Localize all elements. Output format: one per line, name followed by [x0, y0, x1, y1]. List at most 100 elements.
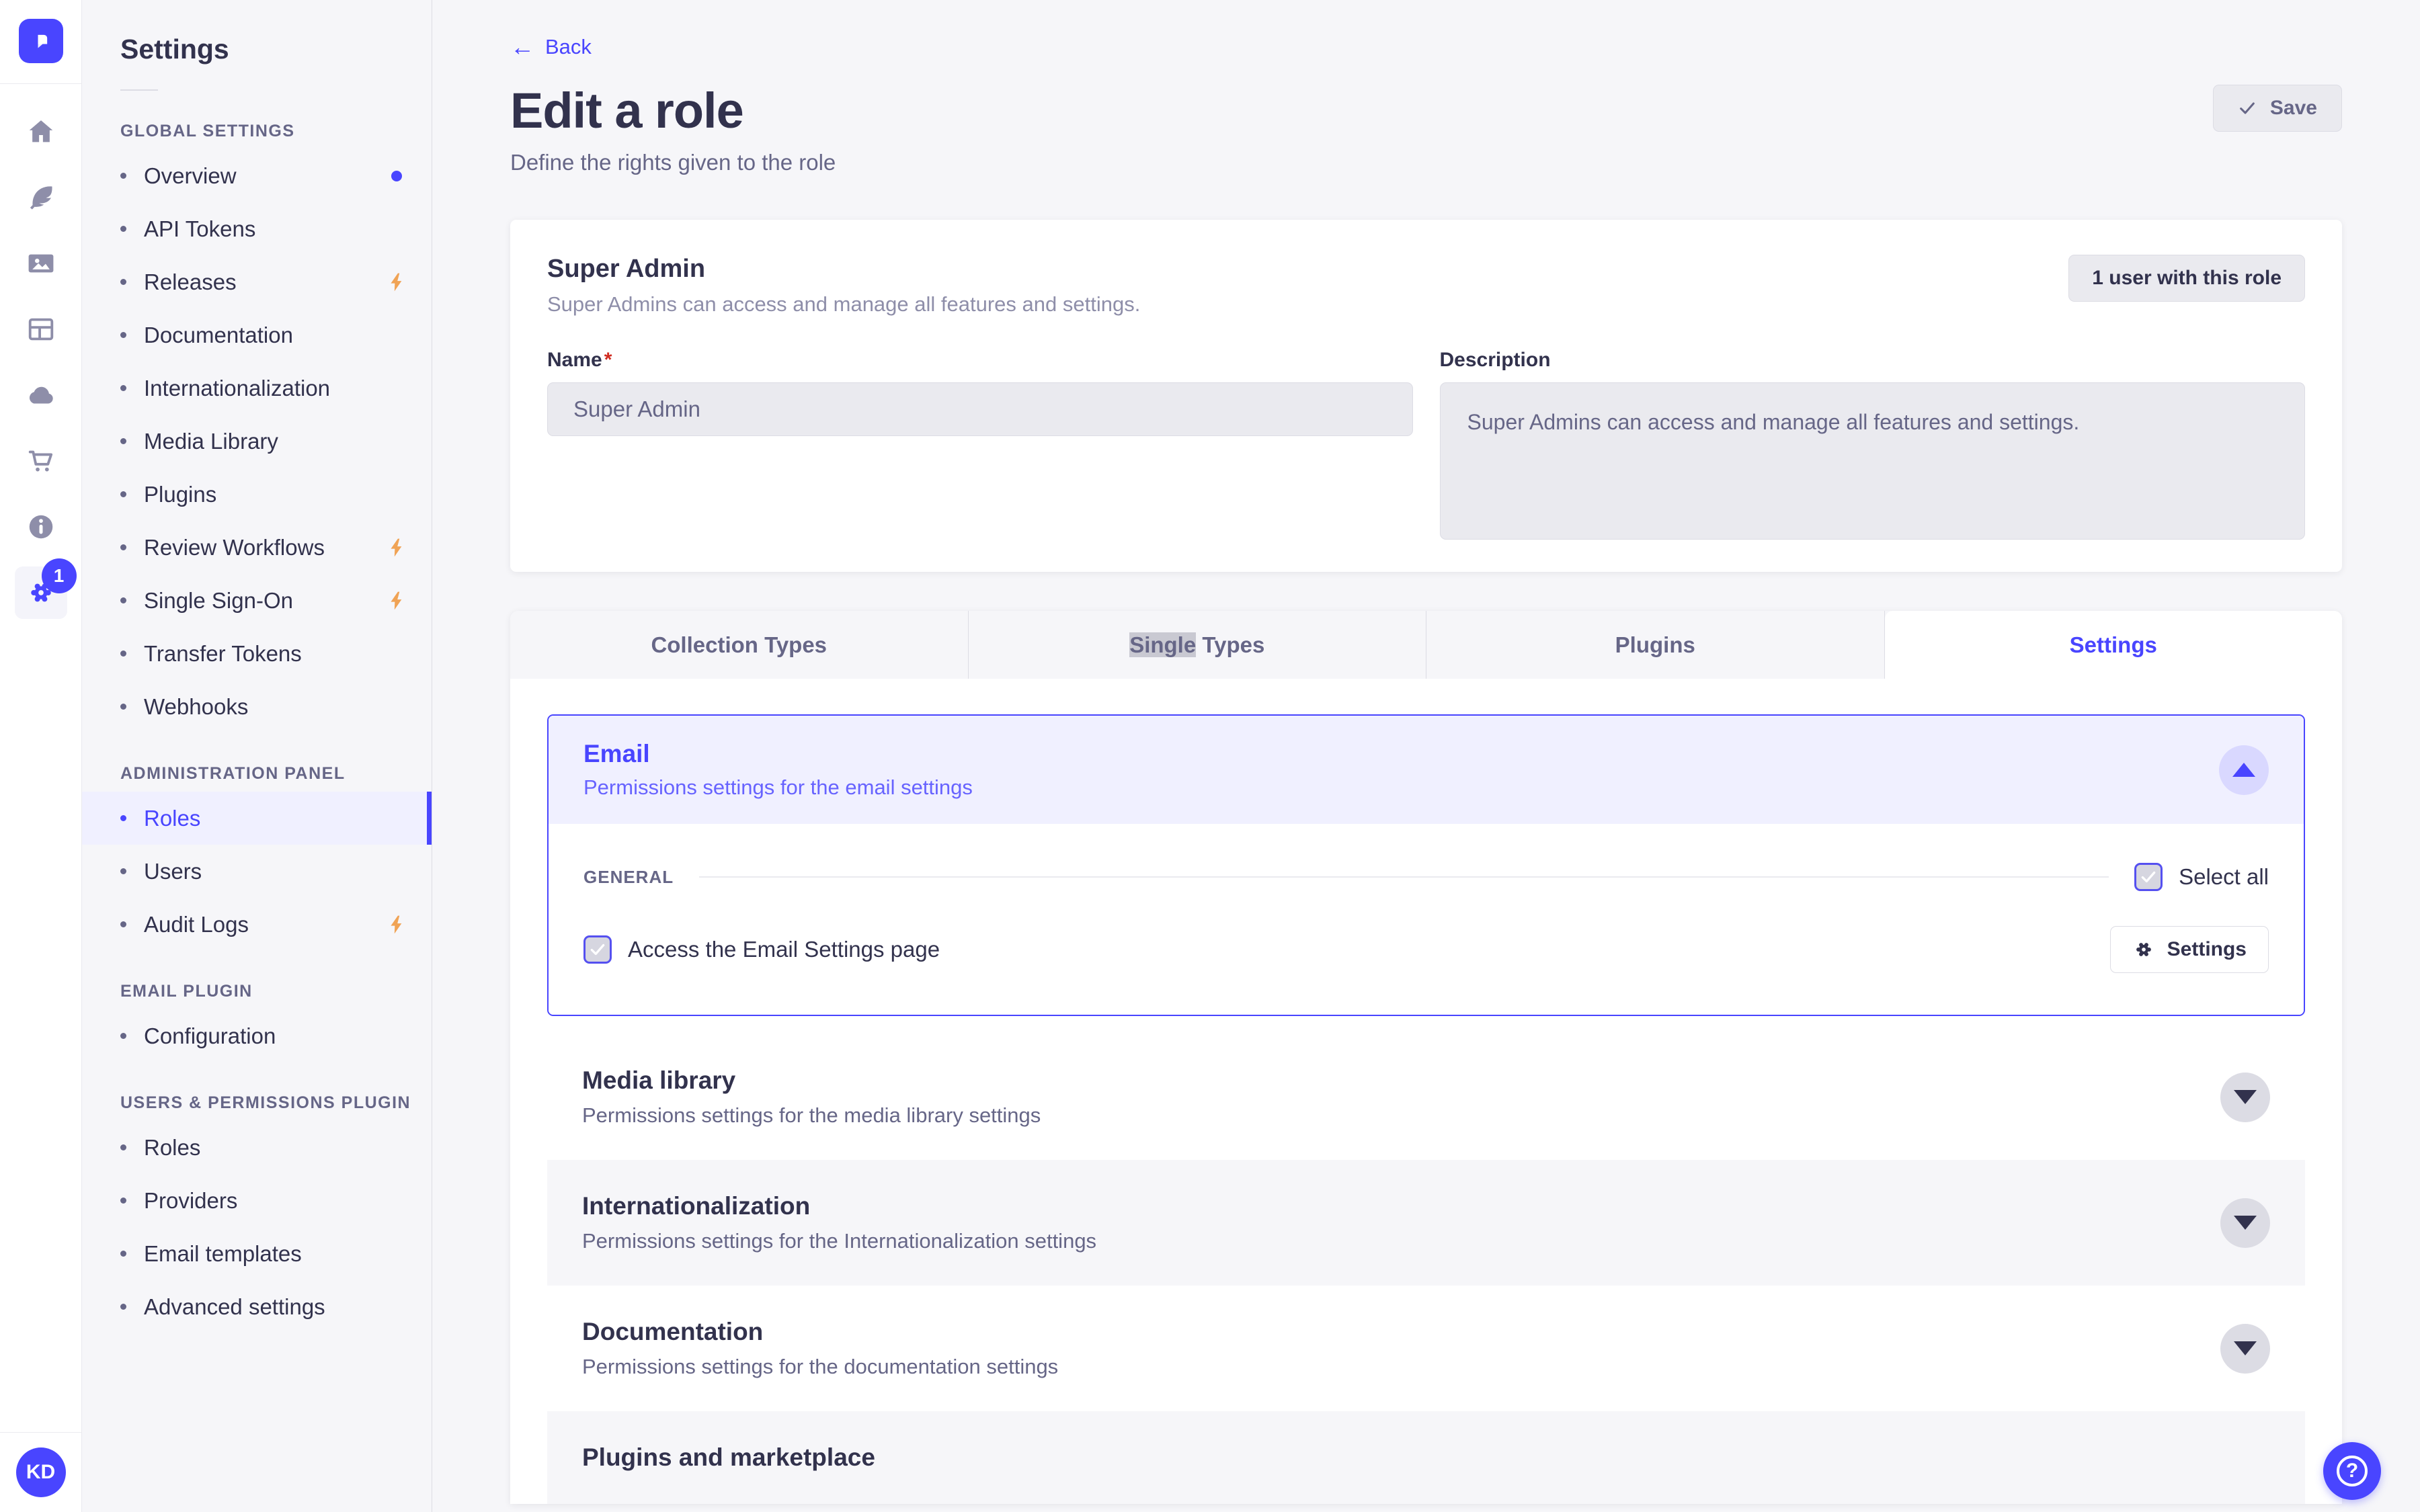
- email-settings-button-label: Settings: [2167, 938, 2247, 960]
- select-all-checkbox[interactable]: [2134, 863, 2163, 891]
- bullet-icon: [120, 385, 126, 391]
- content-builder-feather-icon[interactable]: [15, 171, 67, 224]
- description-label: Description: [1439, 349, 1551, 371]
- sidebar-item-email-templates[interactable]: Email templates: [82, 1227, 432, 1280]
- rail-bottom: KD: [0, 1432, 82, 1512]
- sidebar-item-api-tokens[interactable]: API Tokens: [82, 202, 432, 255]
- tab-settings[interactable]: Settings: [1884, 611, 2342, 679]
- access-email-settings-checkbox[interactable]: [583, 935, 612, 964]
- description-field-group: Description Super Admins can access and …: [1439, 349, 2305, 540]
- section-label-administration-panel: ADMINISTRATION PANEL: [120, 764, 346, 783]
- sidebar-item-email-configuration[interactable]: Configuration: [82, 1009, 432, 1062]
- sidebar-item-audit-logs[interactable]: Audit Logs: [82, 898, 432, 951]
- bullet-icon: [120, 1144, 126, 1150]
- bullet-icon: [120, 1198, 126, 1204]
- sidebar-item-admin-roles[interactable]: Roles: [82, 792, 432, 845]
- tab-single-types[interactable]: Single Types: [968, 611, 1426, 679]
- bullet-icon: [120, 279, 126, 285]
- email-accordion-body: GENERAL Select all Access the Email Sett…: [549, 824, 2304, 1015]
- page-title: Edit a role: [510, 83, 744, 138]
- email-settings-button[interactable]: Settings: [2109, 926, 2269, 973]
- users-with-role-button[interactable]: 1 user with this role: [2068, 255, 2305, 302]
- page-subtitle: Define the rights given to the role: [510, 150, 836, 175]
- sidebar-item-overview[interactable]: Overview: [82, 149, 432, 202]
- bullet-icon: [120, 1033, 126, 1039]
- home-icon[interactable]: [15, 106, 67, 158]
- help-button[interactable]: ?: [2323, 1442, 2381, 1500]
- sidebar-item-plugins[interactable]: Plugins: [82, 468, 432, 521]
- settings-gear-icon[interactable]: 1: [14, 558, 77, 619]
- lightning-icon: [391, 591, 402, 610]
- sidebar-item-media-library[interactable]: Media Library: [82, 415, 432, 468]
- email-accordion-title: Email: [583, 740, 650, 767]
- settings-sidebar: Settings GLOBAL SETTINGS Overview API To…: [82, 0, 432, 1512]
- email-accordion-subtitle: Permissions settings for the email setti…: [583, 775, 973, 799]
- settings-notification-badge: 1: [41, 558, 77, 593]
- sidebar-item-providers[interactable]: Providers: [82, 1174, 432, 1227]
- tab-collection-types[interactable]: Collection Types: [510, 611, 969, 679]
- question-mark-icon: ?: [2337, 1456, 2368, 1486]
- email-accordion: Email Permissions settings for the email…: [547, 714, 2305, 1016]
- sidebar-item-up-roles[interactable]: Roles: [82, 1121, 432, 1174]
- sidebar-item-advanced-settings[interactable]: Advanced settings: [82, 1280, 432, 1333]
- role-card: Super Admin Super Admins can access and …: [510, 220, 2342, 572]
- name-input[interactable]: Super Admin: [547, 382, 1413, 436]
- divider: [0, 1432, 82, 1433]
- divider: [699, 876, 2109, 878]
- section-label-email-plugin: EMAIL PLUGIN: [120, 982, 253, 1001]
- sidebar-item-releases[interactable]: Releases: [82, 255, 432, 308]
- back-arrow-icon: ←: [510, 33, 534, 60]
- lightning-icon: [391, 273, 402, 291]
- bullet-icon: [120, 544, 126, 550]
- sidebar-item-webhooks[interactable]: Webhooks: [82, 680, 432, 733]
- internationalization-accordion[interactable]: Internationalization Permissions setting…: [547, 1160, 2305, 1286]
- user-avatar[interactable]: KD: [15, 1447, 66, 1497]
- collapse-button[interactable]: [2219, 745, 2269, 795]
- documentation-accordion[interactable]: Documentation Permissions settings for t…: [547, 1286, 2305, 1411]
- access-email-settings-group[interactable]: Access the Email Settings page: [583, 935, 940, 964]
- title-divider: [120, 89, 158, 91]
- sidebar-item-internationalization[interactable]: Internationalization: [82, 362, 432, 415]
- bullet-icon: [120, 1304, 126, 1310]
- expand-button[interactable]: [2220, 1323, 2270, 1374]
- icon-rail: 1 KD: [0, 0, 82, 1512]
- expand-button[interactable]: [2220, 1072, 2270, 1122]
- sidebar-item-review-workflows[interactable]: Review Workflows: [82, 521, 432, 574]
- media-library-accordion[interactable]: Media library Permissions settings for t…: [547, 1034, 2305, 1160]
- main-content: ← Back Edit a role Define the rights giv…: [432, 0, 2420, 1512]
- tab-plugins[interactable]: Plugins: [1426, 611, 1885, 679]
- info-icon[interactable]: [15, 501, 67, 553]
- sidebar-item-admin-users[interactable]: Users: [82, 845, 432, 898]
- bullet-icon: [120, 173, 126, 179]
- sidebar-item-documentation[interactable]: Documentation: [82, 308, 432, 362]
- name-field-group: Name * Super Admin: [547, 349, 1413, 540]
- name-label: Name *: [547, 349, 612, 371]
- check-icon: [2240, 102, 2255, 114]
- description-textarea[interactable]: Super Admins can access and manage all f…: [1439, 382, 2305, 540]
- plugins-marketplace-accordion[interactable]: Plugins and marketplace: [547, 1411, 2305, 1504]
- email-accordion-header[interactable]: Email Permissions settings for the email…: [549, 716, 2304, 824]
- selected-text-highlight: Single: [1129, 632, 1197, 657]
- bullet-icon: [120, 815, 126, 821]
- sidebar-item-transfer-tokens[interactable]: Transfer Tokens: [82, 627, 432, 680]
- bullet-icon: [120, 491, 126, 497]
- chevron-down-icon: [2234, 1216, 2257, 1230]
- bullet-icon: [120, 332, 126, 338]
- divider: [0, 83, 82, 84]
- app-window: 1 KD Settings GLOBAL SETTINGS Overview A…: [0, 0, 2420, 1512]
- sidebar-item-single-sign-on[interactable]: Single Sign-On: [82, 574, 432, 627]
- media-library-picture-icon[interactable]: [15, 237, 67, 290]
- permissions-tabs-block: Collection Types Single Types Plugins Se…: [510, 611, 2342, 1504]
- marketplace-cart-icon[interactable]: [15, 435, 67, 487]
- save-button[interactable]: Save: [2212, 85, 2342, 132]
- layout-icon[interactable]: [15, 303, 67, 355]
- cloud-icon[interactable]: [15, 369, 67, 421]
- check-icon: [590, 943, 605, 956]
- back-link[interactable]: ← Back: [510, 35, 592, 59]
- select-all-group[interactable]: Select all: [2134, 863, 2269, 891]
- bullet-icon: [120, 226, 126, 232]
- expand-button[interactable]: [2220, 1198, 2270, 1248]
- access-email-settings-label: Access the Email Settings page: [628, 937, 940, 962]
- strapi-logo-icon[interactable]: [18, 19, 63, 63]
- gear-icon: [2136, 943, 2151, 956]
